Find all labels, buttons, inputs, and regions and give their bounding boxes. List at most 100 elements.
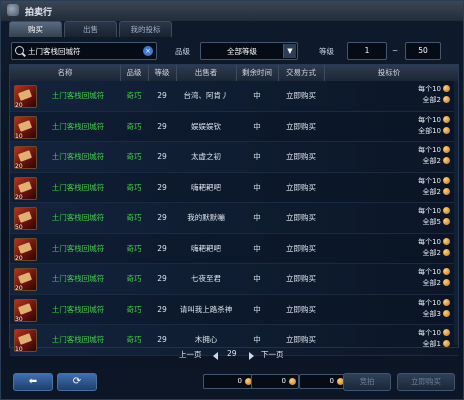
next-page-link[interactable]: 下一页	[261, 349, 284, 360]
chevron-down-icon[interactable]: ▼	[283, 44, 296, 58]
tab-sell[interactable]: 出售	[64, 21, 117, 37]
header-time[interactable]: 剩余时间	[236, 65, 279, 81]
table-header: 名称 品级 等级 出售者 剩余时间 交易方式 投标价	[10, 65, 458, 81]
item-level: 29	[157, 304, 167, 314]
refresh-icon: ⟳	[72, 376, 82, 387]
item-quantity: 10	[15, 132, 23, 140]
scrollbar[interactable]	[454, 81, 458, 345]
item-name: 土门客栈回城符	[51, 91, 105, 100]
price-total: 全部5	[422, 218, 441, 226]
item-grade: 奇巧	[126, 152, 142, 161]
price-total: 全部2	[422, 279, 441, 287]
next-arrow-icon[interactable]	[249, 352, 254, 360]
coin-field-gold[interactable]: 0	[203, 374, 255, 389]
grade-dropdown[interactable]: 全部等级 ▼	[200, 42, 298, 60]
coin-icon	[443, 207, 450, 214]
bid-price: 每个10 全部2	[390, 267, 450, 289]
table-row[interactable]: 20 土门客栈回城符 奇巧 29 太虚之初 中 立即购买 每个10 全部2	[10, 142, 458, 173]
listing-table: 名称 品级 等级 出售者 剩余时间 交易方式 投标价 20 土门客栈回城符 奇巧 29…	[9, 64, 459, 356]
price-each: 每个10	[418, 85, 441, 93]
trade-mode: 立即购买	[286, 304, 316, 314]
grade-label: 品级	[175, 47, 190, 56]
coin-icon	[443, 298, 450, 306]
trade-mode: 立即购买	[286, 243, 316, 253]
coin-icon	[443, 329, 450, 336]
back-button[interactable]: ⬅	[13, 373, 53, 391]
header-price[interactable]: 投标价	[324, 65, 454, 81]
prev-arrow-icon[interactable]	[213, 352, 218, 360]
item-level: 29	[157, 152, 167, 161]
price-each: 每个10	[418, 176, 441, 185]
tab-buy[interactable]: 购买	[9, 21, 62, 37]
bid-price: 每个10 全部3	[390, 298, 450, 320]
item-name: 土门客栈回城符	[51, 152, 105, 161]
coin-icon	[443, 96, 450, 103]
seller-name: 嗨耙耙吧	[191, 182, 221, 192]
table-row[interactable]: 30 土门客栈回城符 奇巧 29 请叫我上路杀神 中 立即购买 每个10 全部3	[10, 294, 458, 325]
buy-now-button[interactable]: 立即购买	[397, 373, 455, 391]
seller-name: 请叫我上路杀神	[179, 304, 233, 314]
bid-price: 每个10 全部2	[390, 145, 450, 167]
price-total: 全部2	[422, 96, 441, 104]
bid-price: 每个10 全部2	[390, 84, 450, 106]
remaining-time: 中	[253, 152, 261, 161]
bid-button[interactable]: 竞拍	[343, 373, 391, 391]
coin-icon	[443, 146, 450, 153]
bid-price: 每个10 全部10	[390, 115, 450, 137]
coin-icon	[289, 378, 296, 385]
remaining-time: 中	[253, 91, 261, 100]
header-name[interactable]: 名称	[10, 65, 121, 81]
trade-mode: 立即购买	[286, 182, 316, 192]
coin-field-copper[interactable]: 0	[299, 374, 347, 389]
item-level: 29	[157, 213, 167, 222]
trade-mode: 立即购买	[286, 91, 316, 100]
bid-price: 每个10 全部2	[390, 237, 450, 259]
price-each: 每个10	[418, 115, 441, 124]
scroll-item-icon: 20	[14, 176, 37, 201]
scroll-item-icon: 10	[14, 115, 37, 140]
coin-icon	[443, 309, 450, 317]
price-total: 全部1	[422, 340, 441, 348]
coin-field-silver[interactable]: 0	[251, 374, 299, 389]
coin-icon	[443, 268, 450, 275]
table-row[interactable]: 20 土门客栈回城符 奇巧 29 嗨耙耙吧 中 立即购买 每个10 全部2	[10, 233, 458, 264]
item-grade: 奇巧	[126, 243, 142, 253]
item-quantity: 30	[15, 315, 23, 323]
level-max-input[interactable]: 50	[405, 42, 441, 60]
price-total: 全部2	[422, 187, 441, 196]
table-row[interactable]: 10 土门客栈回城符 奇巧 29 娱娱娱钦 中 立即购买 每个10 全部10	[10, 111, 458, 142]
tab-my-bids[interactable]: 我的投标	[119, 21, 172, 37]
tab-bar: 购买 出售 我的投标	[9, 21, 172, 37]
coin-value-1: 0	[237, 377, 242, 385]
table-row[interactable]: 20 土门客栈回城符 奇巧 29 嗨耙耙吧 中 立即购买 每个10 全部2	[10, 172, 458, 203]
price-total: 全部2	[422, 248, 441, 257]
item-quantity: 50	[15, 224, 23, 231]
clear-icon[interactable]: ×	[143, 46, 153, 56]
price-total: 全部3	[422, 309, 441, 318]
header-mode[interactable]: 交易方式	[278, 65, 325, 81]
refresh-button[interactable]: ⟳	[57, 373, 97, 391]
scroll-item-icon: 20	[14, 237, 37, 262]
table-row[interactable]: 50 土门客栈回城符 奇巧 29 我的默默嘣 中 立即购买 每个10 全部5	[10, 203, 458, 234]
header-grade[interactable]: 品级	[120, 65, 149, 81]
search-input[interactable]: 土门客栈回城符 ×	[11, 42, 157, 60]
remaining-time: 中	[253, 243, 261, 253]
item-name: 土门客栈回城符	[51, 121, 105, 131]
price-each: 每个10	[418, 268, 441, 276]
window-title: 拍卖行	[25, 8, 53, 18]
coin-icon	[443, 237, 450, 245]
item-grade: 奇巧	[126, 274, 142, 283]
bid-price: 每个10 全部1	[390, 328, 450, 350]
search-icon	[15, 46, 24, 55]
table-row[interactable]: 20 土门客栈回城符 奇巧 29 台湾、阿肯丿 中 立即购买 每个10 全部2	[10, 81, 458, 112]
page-number: 29	[227, 349, 237, 358]
remaining-time: 中	[253, 304, 261, 314]
header-level[interactable]: 等级	[148, 65, 177, 81]
level-min-input[interactable]: 1	[347, 42, 387, 60]
search-value: 土门客栈回城符	[28, 47, 81, 56]
prev-page-link[interactable]: 上一页	[179, 349, 202, 360]
scroll-item-icon: 30	[14, 298, 37, 323]
header-seller[interactable]: 出售者	[176, 65, 237, 81]
table-row[interactable]: 20 土门客栈回城符 奇巧 29 七夜至君 中 立即购买 每个10 全部2	[10, 264, 458, 295]
coin-icon	[443, 176, 450, 184]
